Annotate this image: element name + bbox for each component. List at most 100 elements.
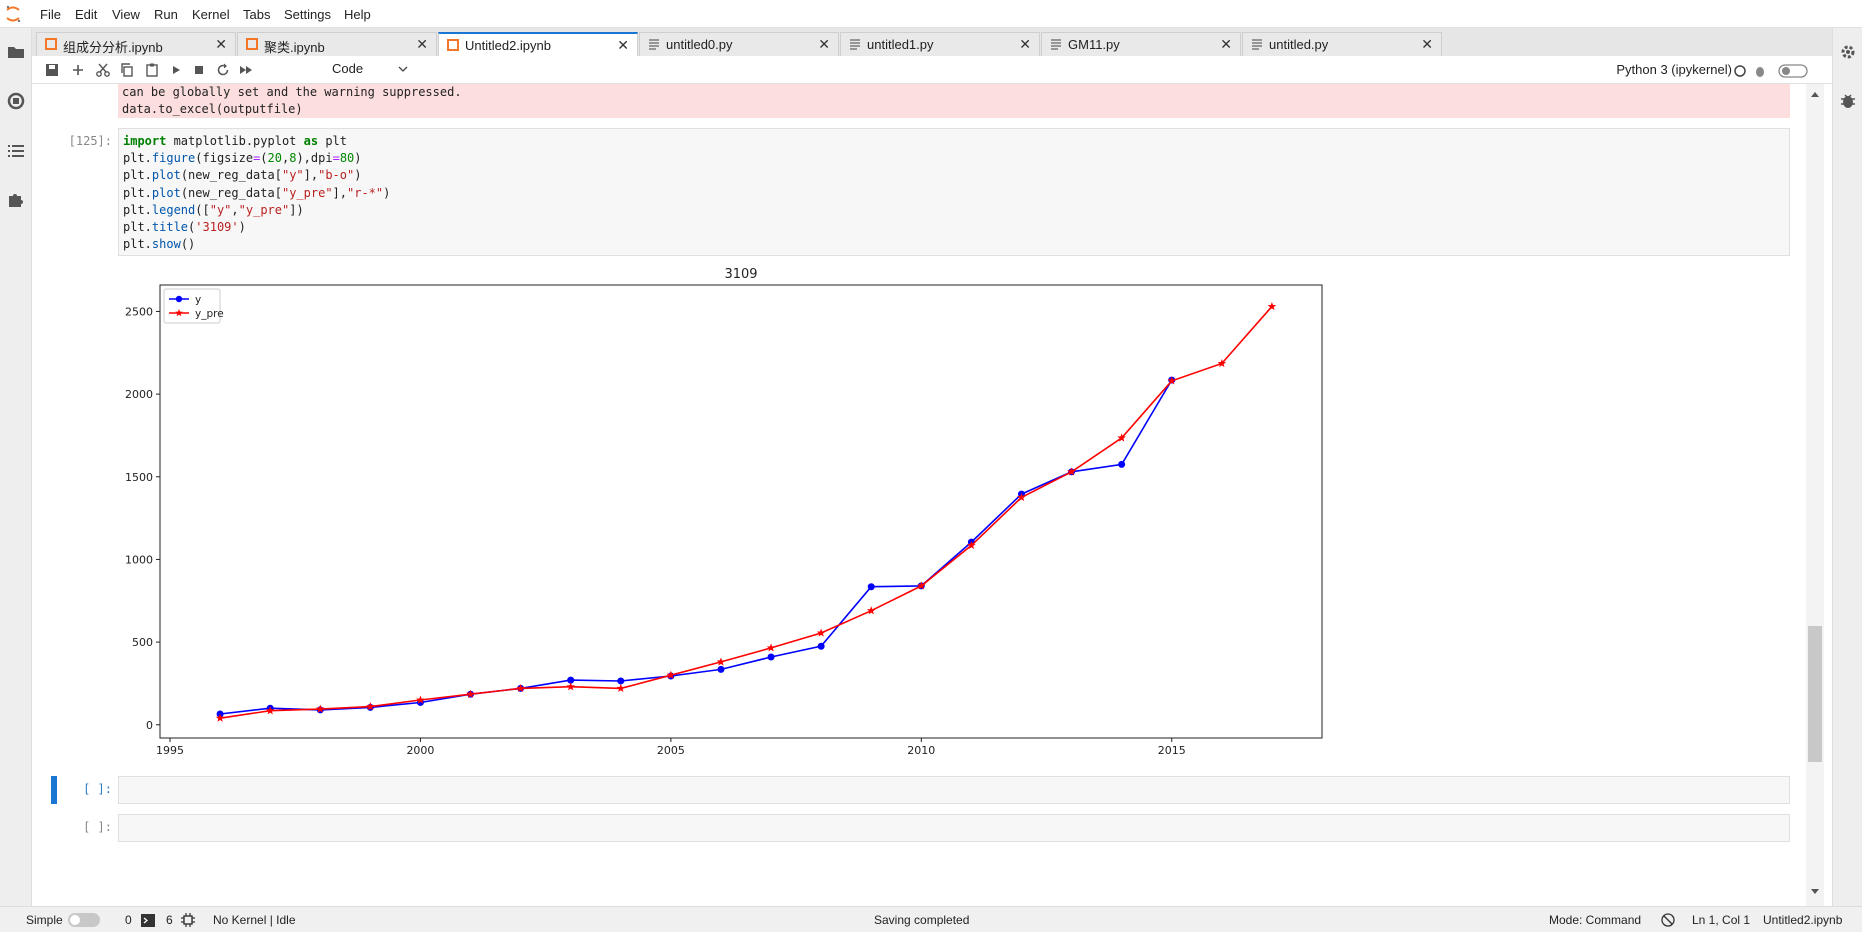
tab-julei-notebook[interactable]: 聚类.ipynb ✕	[237, 32, 437, 56]
simple-mode-toggle[interactable]	[68, 913, 100, 927]
data-point-y_pre	[566, 682, 575, 691]
close-icon[interactable]: ✕	[416, 36, 428, 53]
menu-tabs[interactable]: Tabs	[243, 7, 270, 22]
cell-type-value: Code	[332, 61, 364, 76]
folder-icon[interactable]	[6, 42, 26, 62]
restart-run-all-icon[interactable]	[238, 62, 254, 78]
add-cell-icon[interactable]	[70, 62, 86, 78]
close-icon[interactable]: ✕	[1421, 36, 1433, 53]
code-line: import matplotlib.pyplot as plt	[123, 134, 347, 148]
code-cell-input[interactable]: import matplotlib.pyplot as plt plt.figur…	[118, 128, 1790, 256]
menu-help[interactable]: Help	[344, 7, 371, 22]
notebook-icon	[45, 38, 57, 50]
tab-untitled1-py[interactable]: untitled1.py ✕	[840, 32, 1040, 56]
legend-label-y: y	[195, 294, 201, 306]
data-point-y	[767, 653, 775, 661]
data-point-y	[817, 642, 825, 650]
code-token: show	[151, 237, 181, 252]
current-file-name: Untitled2.ipynb	[1763, 913, 1843, 927]
notebook-scrollbar[interactable]	[1806, 84, 1824, 906]
close-icon[interactable]: ✕	[215, 36, 227, 53]
tab-gm11-py[interactable]: GM11.py ✕	[1041, 32, 1241, 56]
kernel-name-button[interactable]: Python 3 (ipykernel)	[1616, 62, 1732, 77]
menu-view[interactable]: View	[112, 7, 140, 22]
data-point-y_pre	[766, 643, 776, 652]
menu-edit[interactable]: Edit	[75, 7, 97, 22]
tab-label: 聚类.ipynb	[264, 40, 325, 55]
notebook-icon	[447, 39, 459, 51]
terminals-count[interactable]: 0	[125, 913, 132, 927]
menu-run[interactable]: Run	[154, 7, 178, 22]
tab-label: untitled.py	[1269, 37, 1329, 52]
scroll-up-arrow-icon[interactable]	[1810, 90, 1820, 98]
menu-settings[interactable]: Settings	[284, 7, 331, 22]
close-icon[interactable]: ✕	[1019, 36, 1031, 53]
close-icon[interactable]: ✕	[617, 37, 629, 54]
data-point-y_pre	[866, 606, 876, 615]
run-icon[interactable]	[168, 62, 184, 78]
code-token: as	[303, 134, 319, 148]
empty-code-cell-1[interactable]	[118, 776, 1790, 804]
debugger-toggle[interactable]	[1778, 63, 1808, 79]
code-line: plt.figure(figsize=(20,8),dpi=80)	[123, 151, 362, 166]
code-line: plt.title('3109')	[123, 220, 246, 235]
code-editor[interactable]: import matplotlib.pyplot as plt plt.figur…	[119, 129, 1789, 257]
tab-untitled2-notebook[interactable]: Untitled2.ipynb ✕	[438, 32, 638, 56]
menu-bar: File Edit View Run Kernel Tabs Settings …	[0, 0, 1862, 28]
menu-kernel[interactable]: Kernel	[192, 7, 230, 22]
code-token: "r-*"	[347, 185, 384, 200]
notification-bell-icon[interactable]	[1661, 913, 1675, 927]
bug-icon[interactable]	[1752, 63, 1768, 79]
paste-icon[interactable]	[144, 62, 160, 78]
code-token: plot	[151, 168, 181, 183]
notebook-toolbar: Code Python 3 (ipykernel)	[32, 56, 1832, 84]
stop-icon[interactable]	[191, 62, 207, 78]
kernel-status[interactable]: No Kernel | Idle	[213, 913, 296, 927]
running-sessions-icon[interactable]	[6, 91, 26, 111]
code-token: 8	[289, 151, 297, 166]
stderr-output: can be globally set and the warning supp…	[118, 84, 1790, 118]
empty-code-cell-2[interactable]	[118, 814, 1790, 842]
legend-marker-y	[175, 295, 183, 303]
scrollbar-thumb[interactable]	[1808, 626, 1822, 762]
close-icon[interactable]: ✕	[1220, 36, 1232, 53]
terminal-icon[interactable]	[141, 914, 155, 927]
x-tick-label: 1995	[156, 744, 184, 757]
data-point-y	[717, 665, 725, 673]
code-token: import	[123, 134, 167, 148]
cell-type-select[interactable]: Code	[332, 61, 412, 79]
close-icon[interactable]: ✕	[818, 36, 830, 53]
code-token: "y"	[209, 202, 232, 217]
tab-untitled0-py[interactable]: untitled0.py ✕	[639, 32, 839, 56]
legend-label-y_pre: y_pre	[195, 308, 224, 320]
text-file-icon	[1050, 38, 1062, 50]
extension-puzzle-icon[interactable]	[6, 190, 26, 210]
debugger-bug-icon[interactable]	[1838, 91, 1858, 111]
data-point-y_pre	[616, 683, 626, 693]
code-token: "y"	[281, 168, 304, 183]
data-point-y_pre	[816, 628, 826, 637]
tab-label: untitled0.py	[666, 37, 733, 52]
cut-icon[interactable]	[95, 62, 111, 78]
scroll-down-arrow-icon[interactable]	[1810, 888, 1820, 896]
save-icon[interactable]	[44, 62, 60, 78]
code-token: "b-o"	[318, 168, 355, 183]
kernel-chip-icon[interactable]	[181, 913, 195, 927]
tab-untitled-py[interactable]: untitled.py ✕	[1242, 32, 1442, 56]
y-tick-label: 500	[132, 636, 153, 649]
y-tick-label: 2000	[125, 388, 153, 401]
code-token: =	[253, 151, 261, 166]
restart-icon[interactable]	[215, 62, 231, 78]
tab-zuchengfen-notebook[interactable]: 组成分分析.ipynb ✕	[36, 32, 236, 56]
property-inspector-gear-icon[interactable]	[1838, 42, 1858, 62]
series-line-y	[220, 379, 1173, 715]
jupyter-logo-icon	[6, 5, 21, 23]
kernels-count[interactable]: 6	[166, 913, 173, 927]
plot-area-frame	[159, 284, 1323, 739]
menu-file[interactable]: File	[40, 7, 61, 22]
copy-icon[interactable]	[119, 62, 135, 78]
cursor-position[interactable]: Ln 1, Col 1	[1692, 913, 1750, 927]
chart-title: 3109	[724, 267, 757, 282]
code-line: plt.legend(["y","y_pre"])	[123, 202, 304, 217]
y-tick-label: 1000	[125, 553, 153, 566]
